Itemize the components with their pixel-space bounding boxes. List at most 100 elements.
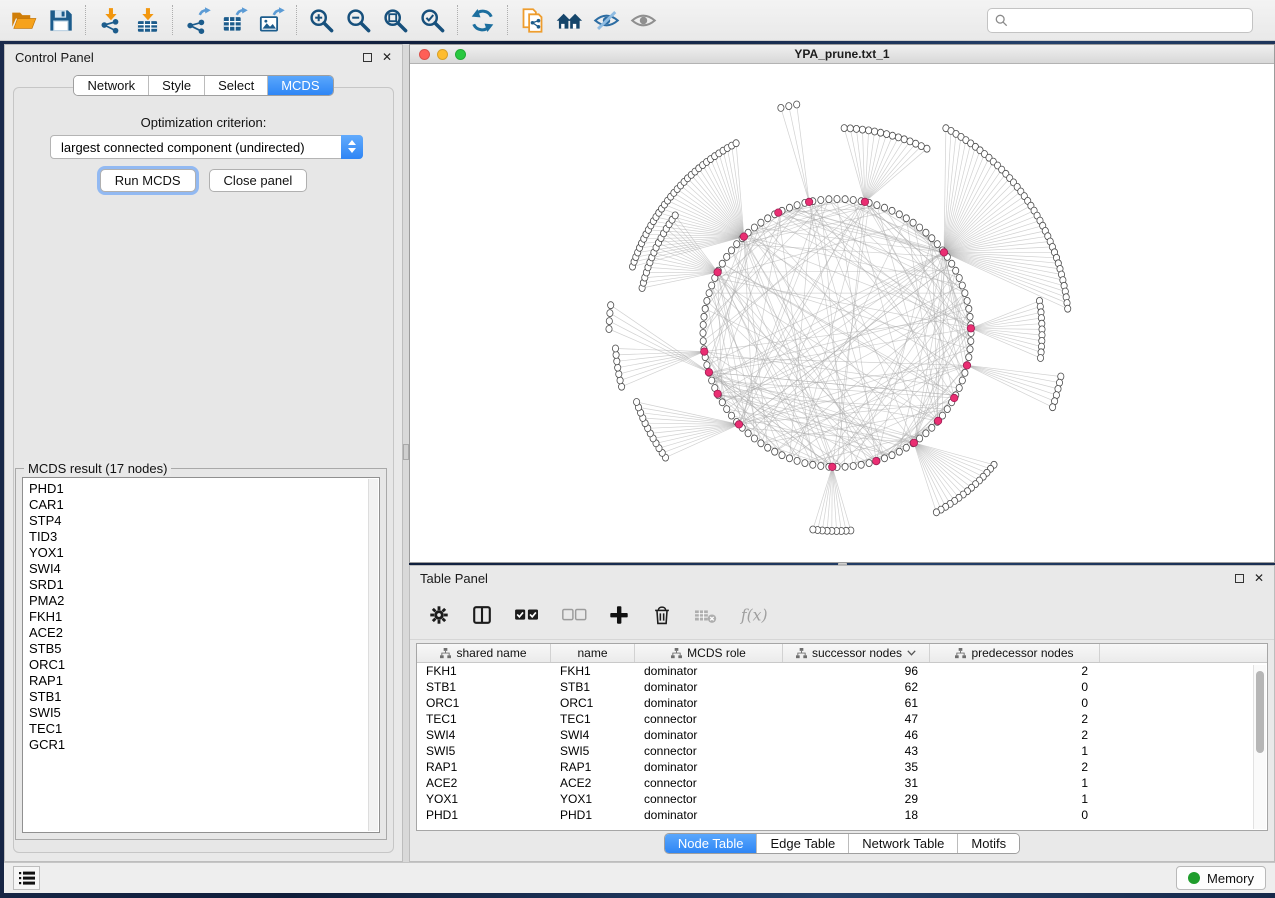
table-row[interactable]: SWI4SWI4dominator462 bbox=[417, 727, 1267, 743]
memory-button[interactable]: Memory bbox=[1176, 866, 1266, 890]
tab-select[interactable]: Select bbox=[205, 76, 268, 95]
cell-MCDS-role: dominator bbox=[635, 664, 783, 678]
delete-column-button[interactable] bbox=[651, 602, 673, 628]
table-row[interactable]: SWI5SWI5connector431 bbox=[417, 743, 1267, 759]
show-all-button[interactable] bbox=[625, 3, 662, 37]
column-header-MCDS-role[interactable]: MCDS role bbox=[635, 644, 783, 662]
tab-motifs[interactable]: Motifs bbox=[958, 834, 1019, 853]
mcds-result-item[interactable]: FKH1 bbox=[29, 609, 379, 625]
search-input[interactable] bbox=[1013, 14, 1245, 28]
export-network-button[interactable] bbox=[179, 3, 216, 37]
mcds-result-item[interactable]: ORC1 bbox=[29, 657, 379, 673]
open-file-button[interactable] bbox=[5, 3, 42, 37]
select-all-button[interactable] bbox=[514, 602, 540, 628]
tab-edge-table[interactable]: Edge Table bbox=[757, 834, 849, 853]
cell-shared-name: YOX1 bbox=[417, 792, 551, 806]
mcds-result-item[interactable]: TEC1 bbox=[29, 721, 379, 737]
mcds-result-item[interactable]: SWI4 bbox=[29, 561, 379, 577]
network-graph[interactable] bbox=[410, 65, 1274, 562]
zoom-in-button[interactable] bbox=[303, 3, 340, 37]
import-table-button[interactable] bbox=[129, 3, 166, 37]
mcds-result-item[interactable]: SRD1 bbox=[29, 577, 379, 593]
table-row[interactable]: STB1STB1dominator620 bbox=[417, 679, 1267, 695]
column-header-name[interactable]: name bbox=[551, 644, 635, 662]
table-row[interactable]: FKH1FKH1dominator962 bbox=[417, 663, 1267, 679]
close-panel-icon[interactable]: ✕ bbox=[382, 51, 392, 63]
column-header-shared-name[interactable]: shared name bbox=[417, 644, 551, 662]
control-panel: Control Panel ✕ Optimization criterion: … bbox=[4, 44, 403, 862]
mcds-result-item[interactable]: STB1 bbox=[29, 689, 379, 705]
mcds-result-item[interactable]: GCR1 bbox=[29, 737, 379, 753]
clone-network-button[interactable] bbox=[514, 3, 551, 37]
table-scrollbar[interactable] bbox=[1253, 665, 1266, 829]
mcds-result-item[interactable]: SWI5 bbox=[29, 705, 379, 721]
cell-name: SWI5 bbox=[551, 744, 635, 758]
tab-network-table[interactable]: Network Table bbox=[849, 834, 958, 853]
column-header-predecessor-nodes[interactable]: predecessor nodes bbox=[930, 644, 1100, 662]
table-row[interactable]: RAP1RAP1dominator352 bbox=[417, 759, 1267, 775]
criterion-dropdown[interactable]: largest connected component (undirected) bbox=[50, 135, 363, 159]
mcds-result-item[interactable]: STP4 bbox=[29, 513, 379, 529]
mcds-result-item[interactable]: PMA2 bbox=[29, 593, 379, 609]
import-network-button[interactable] bbox=[92, 3, 129, 37]
mcds-result-item[interactable]: TID3 bbox=[29, 529, 379, 545]
maximize-window-icon[interactable] bbox=[455, 49, 466, 60]
mcds-result-item[interactable]: ACE2 bbox=[29, 625, 379, 641]
mcds-result-item[interactable]: CAR1 bbox=[29, 497, 379, 513]
control-panel-title: Control Panel bbox=[15, 50, 94, 65]
network-canvas[interactable] bbox=[410, 65, 1274, 562]
deselect-all-button[interactable] bbox=[561, 602, 587, 628]
tab-mcds[interactable]: MCDS bbox=[268, 76, 332, 95]
zoom-selected-button[interactable] bbox=[414, 3, 451, 37]
column-selector-button[interactable] bbox=[471, 602, 493, 628]
cell-MCDS-role: connector bbox=[635, 776, 783, 790]
run-mcds-button[interactable]: Run MCDS bbox=[100, 169, 196, 192]
table-row[interactable]: PHD1PHD1dominator180 bbox=[417, 807, 1267, 823]
table-row[interactable]: ACE2ACE2connector311 bbox=[417, 775, 1267, 791]
first-neighbors-button[interactable] bbox=[551, 3, 588, 37]
settings-gear-button[interactable] bbox=[428, 602, 450, 628]
refresh-button[interactable] bbox=[464, 3, 501, 37]
shared-column-icon bbox=[796, 648, 807, 659]
tab-node-table[interactable]: Node Table bbox=[665, 834, 758, 853]
mcds-result-item[interactable]: YOX1 bbox=[29, 545, 379, 561]
table-row[interactable]: TEC1TEC1connector472 bbox=[417, 711, 1267, 727]
graph-ring-nodes[interactable] bbox=[606, 101, 1071, 535]
network-view-titlebar[interactable]: YPA_prune.txt_1 bbox=[410, 45, 1274, 64]
export-table-button[interactable] bbox=[216, 3, 253, 37]
scrollbar-thumb[interactable] bbox=[1256, 671, 1264, 753]
float-table-panel-icon[interactable] bbox=[1235, 574, 1244, 583]
zoom-fit-button[interactable] bbox=[377, 3, 414, 37]
cell-shared-name: PHD1 bbox=[417, 808, 551, 822]
toolbar-separator bbox=[296, 5, 297, 35]
close-window-icon[interactable] bbox=[419, 49, 430, 60]
close-panel-button[interactable]: Close panel bbox=[209, 169, 308, 192]
cell-shared-name: ACE2 bbox=[417, 776, 551, 790]
export-image-button[interactable] bbox=[253, 3, 290, 37]
task-history-button[interactable] bbox=[13, 866, 40, 890]
mcds-result-item[interactable]: RAP1 bbox=[29, 673, 379, 689]
cell-shared-name: RAP1 bbox=[417, 760, 551, 774]
close-table-panel-icon[interactable]: ✕ bbox=[1254, 572, 1264, 584]
table-row[interactable]: ORC1ORC1dominator610 bbox=[417, 695, 1267, 711]
tab-style[interactable]: Style bbox=[149, 76, 205, 95]
mcds-result-list[interactable]: PHD1CAR1STP4TID3YOX1SWI4SRD1PMA2FKH1ACE2… bbox=[22, 477, 380, 833]
cell-name: ORC1 bbox=[551, 696, 635, 710]
shared-column-icon bbox=[955, 648, 966, 659]
zoom-out-button[interactable] bbox=[340, 3, 377, 37]
cell-name: STB1 bbox=[551, 680, 635, 694]
hide-selected-button[interactable] bbox=[588, 3, 625, 37]
column-header-successor-nodes[interactable]: successor nodes bbox=[783, 644, 930, 662]
mcds-result-item[interactable]: STB5 bbox=[29, 641, 379, 657]
cell-predecessor-nodes: 0 bbox=[930, 808, 1100, 822]
result-scrollbar[interactable] bbox=[368, 479, 378, 831]
minimize-window-icon[interactable] bbox=[437, 49, 448, 60]
mcds-result-item[interactable]: PHD1 bbox=[29, 481, 379, 497]
add-column-button[interactable] bbox=[608, 602, 630, 628]
save-session-button[interactable] bbox=[42, 3, 79, 37]
tab-network[interactable]: Network bbox=[74, 76, 149, 95]
float-panel-icon[interactable] bbox=[363, 53, 372, 62]
cell-MCDS-role: dominator bbox=[635, 680, 783, 694]
table-row[interactable]: YOX1YOX1connector291 bbox=[417, 791, 1267, 807]
search-icon bbox=[995, 14, 1008, 27]
